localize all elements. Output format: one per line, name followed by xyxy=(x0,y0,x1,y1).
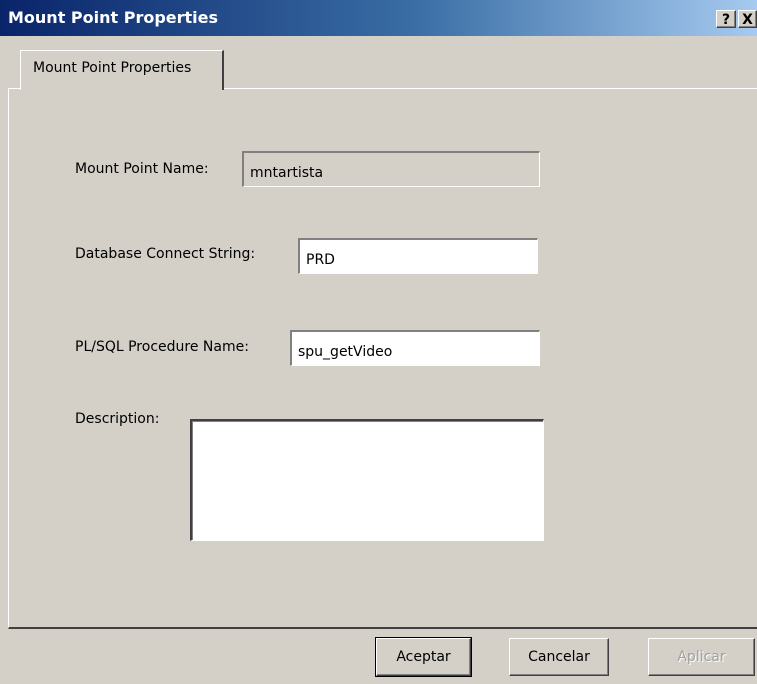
procedure-name-label: PL/SQL Procedure Name: xyxy=(75,339,249,355)
apply-button[interactable]: Aplicar xyxy=(648,638,755,676)
mount-point-name-label: Mount Point Name: xyxy=(75,161,209,177)
description-label: Description: xyxy=(75,411,160,427)
window-title: Mount Point Properties xyxy=(8,8,219,27)
tab-label: Mount Point Properties xyxy=(33,60,192,76)
description-field[interactable] xyxy=(190,419,544,541)
connect-string-field[interactable] xyxy=(298,238,538,274)
cancel-button[interactable]: Cancelar xyxy=(509,638,609,676)
help-button[interactable]: ? xyxy=(716,10,736,28)
close-button[interactable]: X xyxy=(738,10,757,28)
title-bar[interactable]: Mount Point Properties ? X xyxy=(0,0,757,36)
mount-point-name-field[interactable] xyxy=(242,151,540,187)
procedure-name-field[interactable] xyxy=(290,330,540,366)
dialog-window: Mount Point Properties ? X Mount Point P… xyxy=(0,0,757,684)
connect-string-label: Database Connect String: xyxy=(75,246,256,262)
tab-mount-point-properties[interactable]: Mount Point Properties xyxy=(20,50,224,90)
ok-button[interactable]: Aceptar xyxy=(375,637,472,677)
